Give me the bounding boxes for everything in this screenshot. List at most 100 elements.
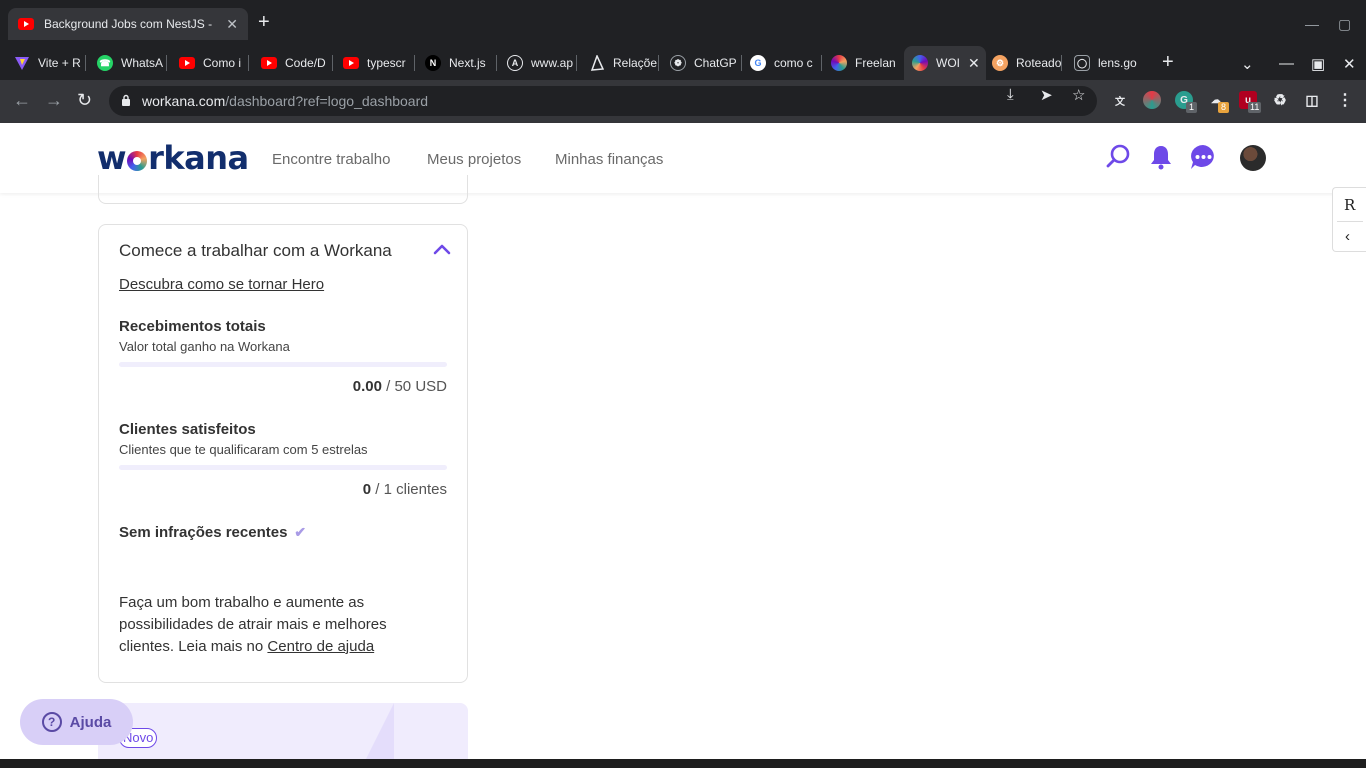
tab-label: lens.go	[1098, 56, 1137, 70]
nav-find-work[interactable]: Encontre trabalho	[272, 151, 390, 168]
back-icon[interactable]: ←	[13, 90, 31, 110]
extension-badge: 1	[1186, 102, 1197, 113]
forward-icon[interactable]: →	[45, 90, 63, 110]
search-icon[interactable]	[1104, 143, 1132, 171]
tab-label: WOI	[936, 56, 960, 70]
chevron-up-icon[interactable]	[433, 243, 451, 255]
side-widget-divider	[1337, 221, 1363, 222]
browser-toolbar: ← → ↻ workana.com/dashboard?ref=logo_das…	[0, 80, 1366, 123]
browser-tab[interactable]: typescr	[343, 51, 415, 75]
extensions-puzzle-icon[interactable]: ♻	[1271, 91, 1289, 109]
browser-tab[interactable]: Code/D	[261, 51, 333, 75]
receipts-target: 50 USD	[394, 378, 447, 395]
notification-bell-icon[interactable]	[1147, 143, 1175, 171]
prisma-icon	[589, 55, 605, 71]
translate-extension-icon[interactable]: 文	[1111, 91, 1129, 109]
share-icon[interactable]: ➤	[1040, 86, 1053, 104]
info-paragraph: Faça um bom trabalho e aumente as possib…	[119, 592, 439, 658]
reload-icon[interactable]: ↻	[77, 90, 92, 110]
side-widget-letter: R	[1344, 196, 1356, 214]
close-tab-icon[interactable]: ✕	[968, 55, 980, 72]
tab-separator	[658, 55, 659, 71]
receipts-separator: /	[381, 378, 395, 395]
clients-current: 0	[362, 481, 372, 498]
workana-logo[interactable]: w rkana	[97, 139, 249, 177]
clients-separator: /	[371, 481, 384, 498]
clients-title: Clientes satisfeitos	[119, 421, 256, 438]
nav-my-finances[interactable]: Minhas finanças	[555, 151, 663, 168]
tab-label: Freelan	[855, 56, 896, 70]
chevron-left-icon[interactable]: ‹	[1345, 228, 1350, 245]
browser-tab[interactable]: Vite + R	[14, 51, 86, 75]
minimize-icon[interactable]: —	[1279, 55, 1294, 72]
browser-tab-active[interactable]: WOI ✕	[904, 46, 986, 80]
tab-label: typescr	[367, 56, 406, 70]
logo-text: w	[97, 139, 127, 177]
chrome-menu-icon[interactable]: ⋮	[1336, 91, 1354, 109]
browser-tab[interactable]: ☎ WhatsA	[97, 51, 167, 75]
check-icon: ✔	[294, 524, 307, 540]
browser-tab[interactable]: Como i	[179, 51, 249, 75]
clients-subtitle: Clientes que te qualificaram com 5 estre…	[119, 442, 368, 457]
minimize-icon[interactable]: —	[1305, 16, 1319, 32]
tab-label: Relaçõe	[613, 56, 658, 70]
infractions-label: Sem infrações recentes	[119, 524, 288, 541]
new-window-tab-button[interactable]: +	[258, 12, 270, 32]
tab-search-chevron-icon[interactable]: ⌄	[1241, 55, 1254, 73]
youtube-icon	[261, 55, 277, 71]
browser-tab[interactable]: Freelan	[831, 51, 901, 75]
extension-badge: 11	[1248, 102, 1262, 113]
question-icon: ?	[41, 712, 62, 732]
side-panel-icon[interactable]: ◫	[1303, 91, 1321, 109]
nextjs-icon: N	[425, 55, 441, 71]
tab-separator	[1061, 55, 1062, 71]
tab-label: Roteado	[1016, 56, 1062, 70]
avatar[interactable]	[1240, 145, 1266, 171]
tab-separator	[248, 55, 249, 71]
youtube-icon	[179, 55, 195, 71]
new-tab-button[interactable]: +	[1162, 51, 1174, 74]
tab-separator	[576, 55, 577, 71]
clients-target: 1 clientes	[383, 481, 447, 498]
receipts-value: 0.00 / 50 USD	[353, 378, 447, 395]
help-button[interactable]: ? Ajuda	[20, 699, 133, 745]
taskbar-edge	[0, 759, 1366, 768]
tab-label: www.ap	[531, 56, 574, 70]
chat-icon[interactable]	[1189, 143, 1217, 171]
close-icon[interactable]: ✕	[226, 16, 238, 33]
logo-text: rkana	[148, 139, 249, 177]
browser-tab[interactable]: ⚙ Roteado	[992, 51, 1062, 75]
tab-separator	[85, 55, 86, 71]
browser-tab[interactable]: N Next.js	[425, 51, 497, 75]
browser-tab[interactable]: G como c	[750, 51, 822, 75]
extension-icon[interactable]	[1143, 91, 1161, 109]
google-icon: G	[750, 55, 766, 71]
chatgpt-icon: ❁	[670, 55, 686, 71]
web-icon: A	[507, 55, 523, 71]
clients-value: 0 / 1 clientes	[363, 481, 447, 498]
browser-tab[interactable]: ❁ ChatGP	[670, 51, 742, 75]
side-widget[interactable]: R ‹	[1332, 187, 1366, 252]
tab-label: ChatGP	[694, 56, 737, 70]
help-button-label: Ajuda	[69, 713, 112, 731]
close-window-icon[interactable]: ✕	[1343, 55, 1356, 73]
nav-my-projects[interactable]: Meus projetos	[427, 151, 521, 168]
previous-card-bottom	[98, 175, 468, 204]
address-bar[interactable]: workana.com/dashboard?ref=logo_dashboard	[109, 86, 1097, 116]
infractions-status: Sem infrações recentes ✔	[119, 524, 306, 541]
install-app-icon[interactable]: ⤓	[1007, 86, 1014, 103]
bookmark-star-icon[interactable]: ☆	[1072, 86, 1085, 104]
become-hero-link[interactable]: Descubra como se tornar Hero	[119, 276, 324, 293]
tab-separator	[821, 55, 822, 71]
receipts-progress-bar	[119, 362, 447, 367]
maximize-icon[interactable]: ▢	[1338, 16, 1351, 33]
browser-tab[interactable]: A www.ap	[507, 51, 577, 75]
tab-separator	[166, 55, 167, 71]
window-tab[interactable]: Background Jobs com NestJS - ✕	[8, 8, 248, 40]
restore-icon[interactable]: ▣	[1311, 55, 1325, 73]
browser-tab[interactable]: Relaçõe	[589, 51, 659, 75]
lens-icon: ◯	[1074, 55, 1090, 71]
window-titlebar: Background Jobs com NestJS - ✕ + — ▢	[0, 0, 1366, 46]
help-center-link[interactable]: Centro de ajuda	[267, 638, 374, 655]
browser-tab[interactable]: ◯ lens.go	[1074, 51, 1146, 75]
